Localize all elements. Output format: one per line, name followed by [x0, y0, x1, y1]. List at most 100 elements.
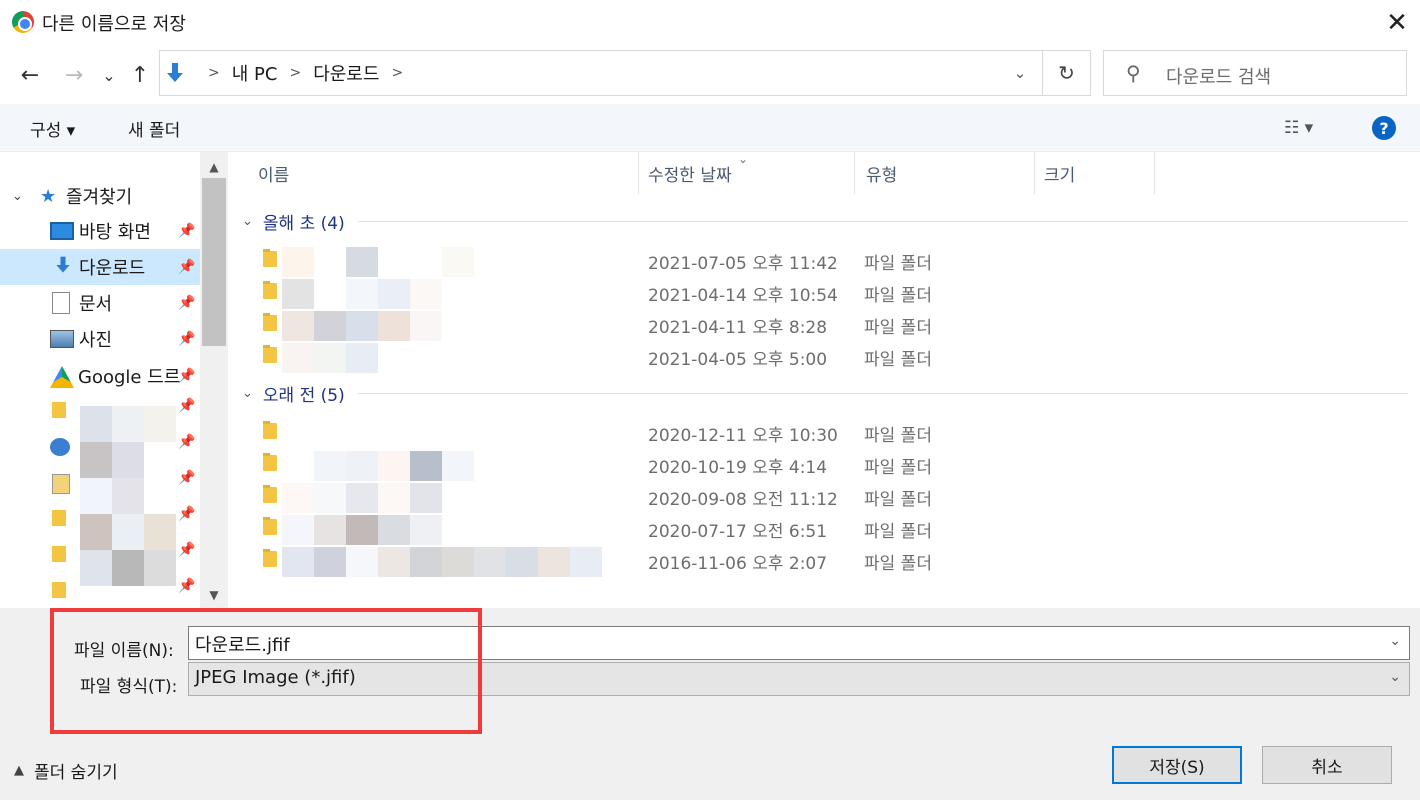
- refresh-button[interactable]: ↻: [1042, 51, 1090, 95]
- column-header-type[interactable]: 유형: [866, 152, 897, 194]
- pin-icon[interactable]: 📌: [178, 506, 195, 522]
- help-icon[interactable]: ?: [1372, 116, 1396, 140]
- modified-date: 2016-11-06 오후 2:07: [648, 554, 828, 574]
- sidebar-item-label: 문서: [79, 294, 113, 315]
- pin-icon[interactable]: 📌: [178, 398, 195, 414]
- pin-icon[interactable]: 📌: [178, 542, 195, 558]
- search-input[interactable]: ⚲ 다운로드 검색: [1103, 50, 1407, 96]
- redacted-filename: [282, 247, 474, 277]
- pin-icon[interactable]: 📌: [178, 434, 195, 450]
- table-row[interactable]: 2021-04-11 오후 8:28 파일 폴더: [228, 307, 1420, 341]
- chrome-icon: [12, 11, 34, 33]
- chevron-down-icon[interactable]: ⌄: [12, 189, 23, 204]
- sidebar-item-downloads[interactable]: 다운로드 📌: [0, 249, 200, 285]
- desktop-icon: [50, 222, 74, 240]
- recent-locations-button[interactable]: ⌄: [100, 60, 118, 90]
- pin-icon[interactable]: 📌: [178, 259, 195, 275]
- table-row[interactable]: 2020-12-11 오후 10:30 파일 폴더: [228, 415, 1420, 447]
- file-type: 파일 폴더: [864, 554, 932, 574]
- organize-button[interactable]: 구성 ▾: [30, 116, 75, 141]
- sidebar-item-desktop[interactable]: 바탕 화면 📌: [0, 213, 200, 249]
- table-row[interactable]: 2021-04-14 오후 10:54 파일 폴더: [228, 275, 1420, 309]
- folder-icon: [263, 313, 277, 331]
- file-list: 이름 수정한 날짜 ⌄ 유형 크기 ⌄ 올해 초 (4) 2021-07-05 …: [228, 152, 1420, 608]
- scroll-down-icon[interactable]: ▼: [200, 584, 228, 606]
- column-divider[interactable]: [1034, 152, 1035, 194]
- highlight-box: [50, 608, 482, 734]
- column-divider[interactable]: [638, 152, 639, 194]
- file-type: 파일 폴더: [864, 254, 932, 274]
- group-label: 오래 전 (5): [262, 385, 345, 406]
- hide-folders-button[interactable]: ▲ 폴더 숨기기: [14, 758, 118, 783]
- modified-date: 2021-04-14 오후 10:54: [648, 286, 838, 306]
- table-row[interactable]: 2020-09-08 오전 11:12 파일 폴더: [228, 479, 1420, 513]
- redacted-filename: [282, 515, 442, 545]
- folder-icon: [263, 453, 277, 471]
- folder-icon: [263, 517, 277, 535]
- table-row[interactable]: 2020-07-17 오전 6:51 파일 폴더: [228, 511, 1420, 545]
- column-header-name[interactable]: 이름: [258, 152, 289, 194]
- file-type: 파일 폴더: [864, 318, 932, 338]
- modified-date: 2021-04-11 오후 8:28: [648, 318, 828, 338]
- chevron-down-icon[interactable]: ⌄: [242, 386, 253, 401]
- column-header-modified[interactable]: 수정한 날짜: [648, 152, 732, 194]
- cancel-button[interactable]: 취소: [1262, 746, 1392, 784]
- up-button[interactable]: ↑: [126, 60, 154, 90]
- back-button[interactable]: ←: [16, 60, 44, 90]
- chevron-down-icon[interactable]: ⌄: [1389, 633, 1401, 649]
- pin-icon[interactable]: 📌: [178, 368, 195, 384]
- breadcrumb-downloads[interactable]: 다운로드: [313, 60, 379, 86]
- column-divider[interactable]: [854, 152, 855, 194]
- column-divider[interactable]: [1154, 152, 1155, 194]
- table-row[interactable]: 2016-11-06 오후 2:07 파일 폴더: [228, 543, 1420, 577]
- star-icon: ★: [40, 185, 57, 207]
- navigation-bar: ← → ⌄ ↑ > 내 PC > 다운로드 > ⌄ ↻ ⚲ 다운로드 검색: [0, 46, 1420, 104]
- group-header-long-ago[interactable]: ⌄ 오래 전 (5): [242, 378, 345, 408]
- redacted-filename: [282, 343, 378, 373]
- save-button[interactable]: 저장(S): [1112, 746, 1242, 784]
- scroll-up-icon[interactable]: ▲: [200, 156, 228, 178]
- address-dropdown-button[interactable]: ⌄: [1000, 51, 1040, 95]
- group-header-this-year[interactable]: ⌄ 올해 초 (4): [242, 206, 345, 236]
- sidebar-item-pictures[interactable]: 사진 📌: [0, 321, 200, 357]
- sidebar-item-google-drive[interactable]: Google 드르 📌: [0, 358, 200, 394]
- sidebar-item-documents[interactable]: 문서 📌: [0, 285, 200, 321]
- hide-folders-label: 폴더 숨기기: [34, 763, 118, 783]
- modified-date: 2020-09-08 오전 11:12: [648, 490, 838, 510]
- address-bar[interactable]: > 내 PC > 다운로드 > ⌄ ↻: [159, 50, 1091, 96]
- pin-icon[interactable]: 📌: [178, 295, 195, 311]
- scrollbar-thumb[interactable]: [202, 178, 226, 346]
- table-row[interactable]: 2021-07-05 오후 11:42 파일 폴더: [228, 243, 1420, 277]
- group-divider: [358, 393, 1408, 394]
- sidebar-scrollbar[interactable]: ▲ ▼: [200, 152, 228, 608]
- table-row[interactable]: 2021-04-05 오후 5:00 파일 폴더: [228, 339, 1420, 373]
- chevron-right-icon[interactable]: >: [391, 65, 403, 81]
- modified-date: 2020-10-19 오후 4:14: [648, 458, 828, 478]
- folder-icon: [263, 281, 277, 299]
- table-row[interactable]: 2020-10-19 오후 4:14 파일 폴더: [228, 447, 1420, 481]
- pin-icon[interactable]: 📌: [178, 578, 195, 594]
- forward-button[interactable]: →: [60, 60, 88, 90]
- sidebar-item-favorites[interactable]: ⌄ ★ 즐겨찾기: [0, 178, 200, 214]
- pin-icon[interactable]: 📌: [178, 470, 195, 486]
- file-type: 파일 폴더: [864, 350, 932, 370]
- modified-date: 2020-12-11 오후 10:30: [648, 426, 838, 446]
- sidebar-item-label: 즐겨찾기: [66, 187, 133, 208]
- chevron-right-icon[interactable]: >: [289, 65, 301, 81]
- close-button[interactable]: ✕: [1374, 0, 1420, 46]
- sidebar-item-label: 사진: [79, 330, 113, 351]
- folder-icon: [263, 549, 277, 567]
- redacted-filename: [282, 451, 474, 481]
- pin-icon[interactable]: 📌: [178, 223, 195, 239]
- breadcrumb-this-pc[interactable]: 내 PC: [232, 60, 278, 86]
- file-type: 파일 폴더: [864, 490, 932, 510]
- new-folder-button[interactable]: 새 폴더: [128, 116, 180, 141]
- column-header-size[interactable]: 크기: [1044, 152, 1075, 194]
- command-bar: 구성 ▾ 새 폴더 ☷ ▾ ?: [0, 104, 1420, 152]
- chevron-down-icon[interactable]: ⌄: [1389, 669, 1401, 685]
- pin-icon[interactable]: 📌: [178, 331, 195, 347]
- chevron-down-icon[interactable]: ⌄: [242, 214, 253, 229]
- sidebar-item-label: Google 드르: [78, 367, 181, 388]
- view-options-button[interactable]: ☷ ▾: [1284, 118, 1313, 138]
- sort-descending-icon: ⌄: [738, 152, 749, 166]
